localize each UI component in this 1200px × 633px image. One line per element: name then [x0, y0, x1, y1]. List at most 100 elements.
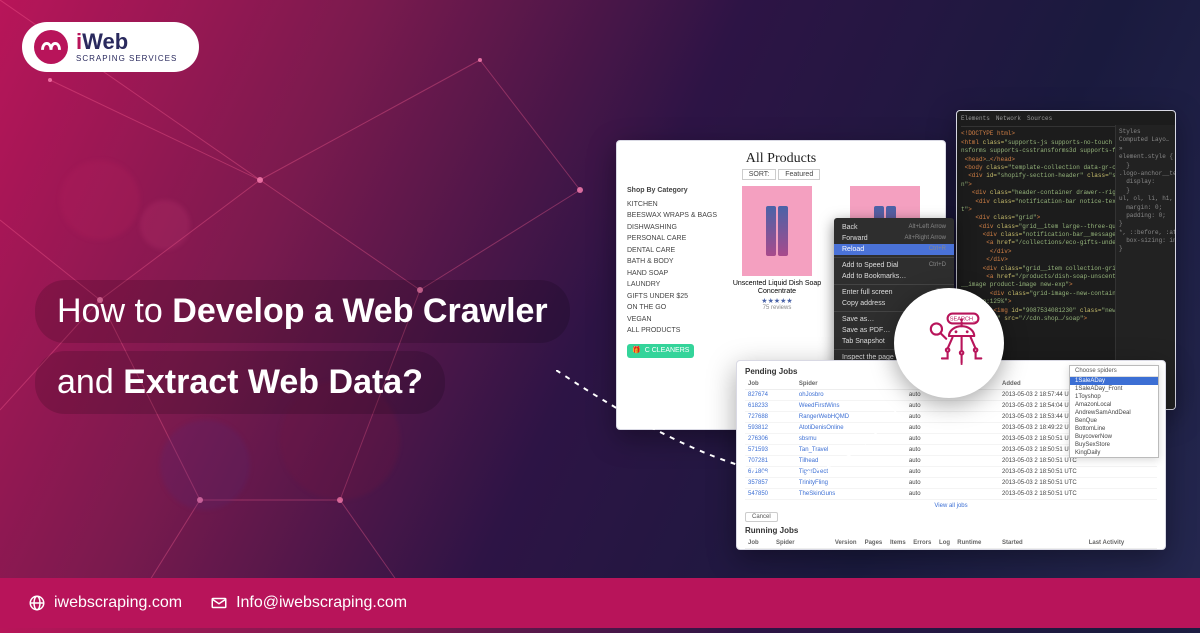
headline: How to Develop a Web Crawler and Extract…: [35, 280, 570, 422]
category-item: ON THE GO: [627, 303, 717, 314]
robot-search-label: SEARCH_: [950, 317, 977, 323]
sort-label: SORT:: [742, 169, 777, 180]
dropdown-item: BuySexStore: [1070, 441, 1158, 449]
category-item: KITCHEN: [627, 200, 717, 211]
dropdown-item: BenQue: [1070, 417, 1158, 425]
dropdown-item: KingDaily: [1070, 449, 1158, 457]
context-menu-item: BackAlt+Left Arrow: [834, 222, 954, 233]
devtools-tab: Sources: [1027, 115, 1052, 123]
dropdown-item: BuycoverNow: [1070, 433, 1158, 441]
dropdown-item: AmazonLocal: [1070, 401, 1158, 409]
pending-jobs-table: JobSpiderAdded 827674ohJosbroauto2013-05…: [745, 379, 1157, 500]
table-row: 276306sbsmuauto2013-05-03 2 18:50:51 UTC: [745, 434, 1157, 445]
category-item: DISHWASHING: [627, 223, 717, 234]
category-item: GIFTS UNDER $25: [627, 292, 717, 303]
category-item: VEGAN: [627, 315, 717, 326]
devtools-panel: Elements Network Sources <!DOCTYPE html>…: [956, 110, 1176, 410]
table-row: 547850TheSkinGunsauto2013-05-03 2 18:50:…: [745, 489, 1157, 500]
category-item: BATH & BODY: [627, 257, 717, 268]
context-menu-item: ReloadCtrl+R: [834, 244, 954, 255]
context-menu-item: Copy address: [834, 298, 954, 309]
product-name: Citrus Basil Dish Soap Concentrate: [835, 280, 935, 297]
cancel-button: Cancel: [745, 512, 778, 522]
dropdown-item: 1Toyshop: [1070, 393, 1158, 401]
devtools-tabs: Elements Network Sources: [961, 115, 1171, 127]
context-menu-item: Add to Bookmarks…: [834, 271, 954, 282]
devtools-tab: Network: [996, 115, 1021, 123]
dashed-connector: [556, 370, 916, 570]
bokeh-dot: [160, 420, 250, 510]
product-name: Unscented Liquid Dish Soap Concentrate: [727, 280, 827, 297]
running-jobs-title: Running Jobs: [745, 526, 1157, 535]
pending-jobs-title: Pending Jobs: [745, 367, 1157, 376]
brand-rest: Web: [82, 29, 128, 54]
table-row: 357857TrinityFlingauto2013-05-03 2 18:50…: [745, 478, 1157, 489]
bokeh-dot: [140, 200, 190, 250]
headline-line1-strong: Develop a Web Crawler: [172, 292, 547, 330]
table-row: 671808TigerDirectauto2013-05-03 2 18:50:…: [745, 467, 1157, 478]
devtools-html-tree: <!DOCTYPE html> <html class="supports-js…: [961, 130, 1171, 331]
view-all-link: View all jobs: [745, 500, 1157, 512]
website-item: iwebscraping.com: [28, 594, 182, 612]
table-row: 593812AtotiDenisOnlineauto2013-05-03 2 1…: [745, 423, 1157, 434]
table-row: 627674QueRoomauto70073 sec2013-05-03 2 1…: [745, 549, 1157, 551]
context-menu-item: Tab Snapshot: [834, 336, 954, 347]
product-card: Citrus Basil Dish Soap Concentrate ★★★★★…: [835, 186, 935, 358]
context-menu-item: Enter full screenF11: [834, 287, 954, 298]
dropdown-item: AndrewSamAndDeal: [1070, 409, 1158, 417]
gift-icon: 🎁: [632, 346, 641, 357]
email-text: Info@iwebscraping.com: [236, 594, 407, 612]
category-item: LAUNDRY: [627, 280, 717, 291]
brand-subtitle: SCRAPING SERVICES: [76, 55, 177, 63]
browser-context-menu: BackAlt+Left ArrowForwardAlt+Right Arrow…: [834, 218, 954, 394]
category-sidebar: Shop By Category KITCHEN BEESWAX WRAPS &…: [627, 186, 717, 358]
scrapy-jobs-panel: Pending Jobs JobSpiderAdded 827674ohJosb…: [736, 360, 1166, 550]
context-menu-item: ForwardAlt+Right Arrow: [834, 233, 954, 244]
context-menu-item: Save as PDF…: [834, 325, 954, 336]
screenshot-stack: Elements Network Sources <!DOCTYPE html>…: [616, 110, 1176, 550]
table-row: 727688RangerWebHQMDauto2013-05-03 2 18:5…: [745, 412, 1157, 423]
category-item: ALL PRODUCTS: [627, 326, 717, 337]
spider-dropdown: Choose spiders 1SaleADay1SaleADay_Front1…: [1069, 365, 1159, 458]
sort-value: Featured: [778, 169, 820, 180]
category-item: DENTAL CARE: [627, 246, 717, 257]
crawler-robot-icon: SEARCH_: [894, 288, 1004, 398]
table-row: 707281Tilheadauto2013-05-03 2 18:50:51 U…: [745, 456, 1157, 467]
products-title: All Products: [627, 151, 935, 167]
table-row: 827674ohJosbroauto2013-05-03 2 18:57:44 …: [745, 390, 1157, 401]
footer-bar: iwebscraping.com Info@iwebscraping.com: [0, 578, 1200, 628]
dropdown-item: 1SaleADay_Front: [1070, 385, 1158, 393]
running-jobs-table: JobSpiderVersionPagesItemsErrorsLogRunti…: [745, 538, 1157, 550]
star-icon: ★★★★★: [761, 297, 792, 305]
category-sidebar-head: Shop By Category: [627, 186, 717, 197]
context-menu-item: Add to Speed DialCtrl+D: [834, 260, 954, 271]
category-item: HAND SOAP: [627, 269, 717, 280]
bokeh-dot: [60, 160, 140, 240]
devtools-tab: Elements: [961, 115, 990, 123]
brand-logo: iWeb SCRAPING SERVICES: [22, 22, 199, 72]
context-menu-item: Inspect the page: [834, 352, 954, 363]
website-text: iwebscraping.com: [54, 594, 182, 612]
product-reviews: reviews: [875, 305, 895, 311]
mail-icon: [210, 594, 228, 612]
globe-icon: [28, 594, 46, 612]
headline-line2-strong: Extract Web Data?: [123, 363, 423, 401]
dropdown-item: 1SaleADay: [1070, 377, 1158, 385]
product-reviews: 75 reviews: [763, 305, 792, 311]
products-page-mock: All Products SORT: Featured Shop By Cate…: [616, 140, 946, 430]
context-menu-item: Save as…Ctrl+S: [834, 314, 954, 325]
category-item: BEESWAX WRAPS & BAGS: [627, 211, 717, 222]
headline-line2-pre: and: [57, 363, 123, 401]
table-row: 571593Tan_Travelauto2013-05-03 2 18:50:5…: [745, 445, 1157, 456]
product-card: Unscented Liquid Dish Soap Concentrate ★…: [727, 186, 827, 358]
category-item: PERSONAL CARE: [627, 234, 717, 245]
context-menu-item: Open frame: [834, 363, 954, 374]
star-icon: ★★★★★: [869, 297, 900, 305]
email-item: Info@iwebscraping.com: [210, 594, 407, 612]
logo-mark-icon: [34, 30, 68, 64]
table-row: 618233WeedFirstWinsauto2013-05-03 2 18:5…: [745, 401, 1157, 412]
devtools-styles-pane: Styles Computed Layo… » element.style { …: [1115, 125, 1175, 409]
gift-tag: 🎁C CLEANERS: [627, 344, 694, 359]
dropdown-item: BottomLine: [1070, 425, 1158, 433]
headline-line1-pre: How to: [57, 292, 172, 330]
